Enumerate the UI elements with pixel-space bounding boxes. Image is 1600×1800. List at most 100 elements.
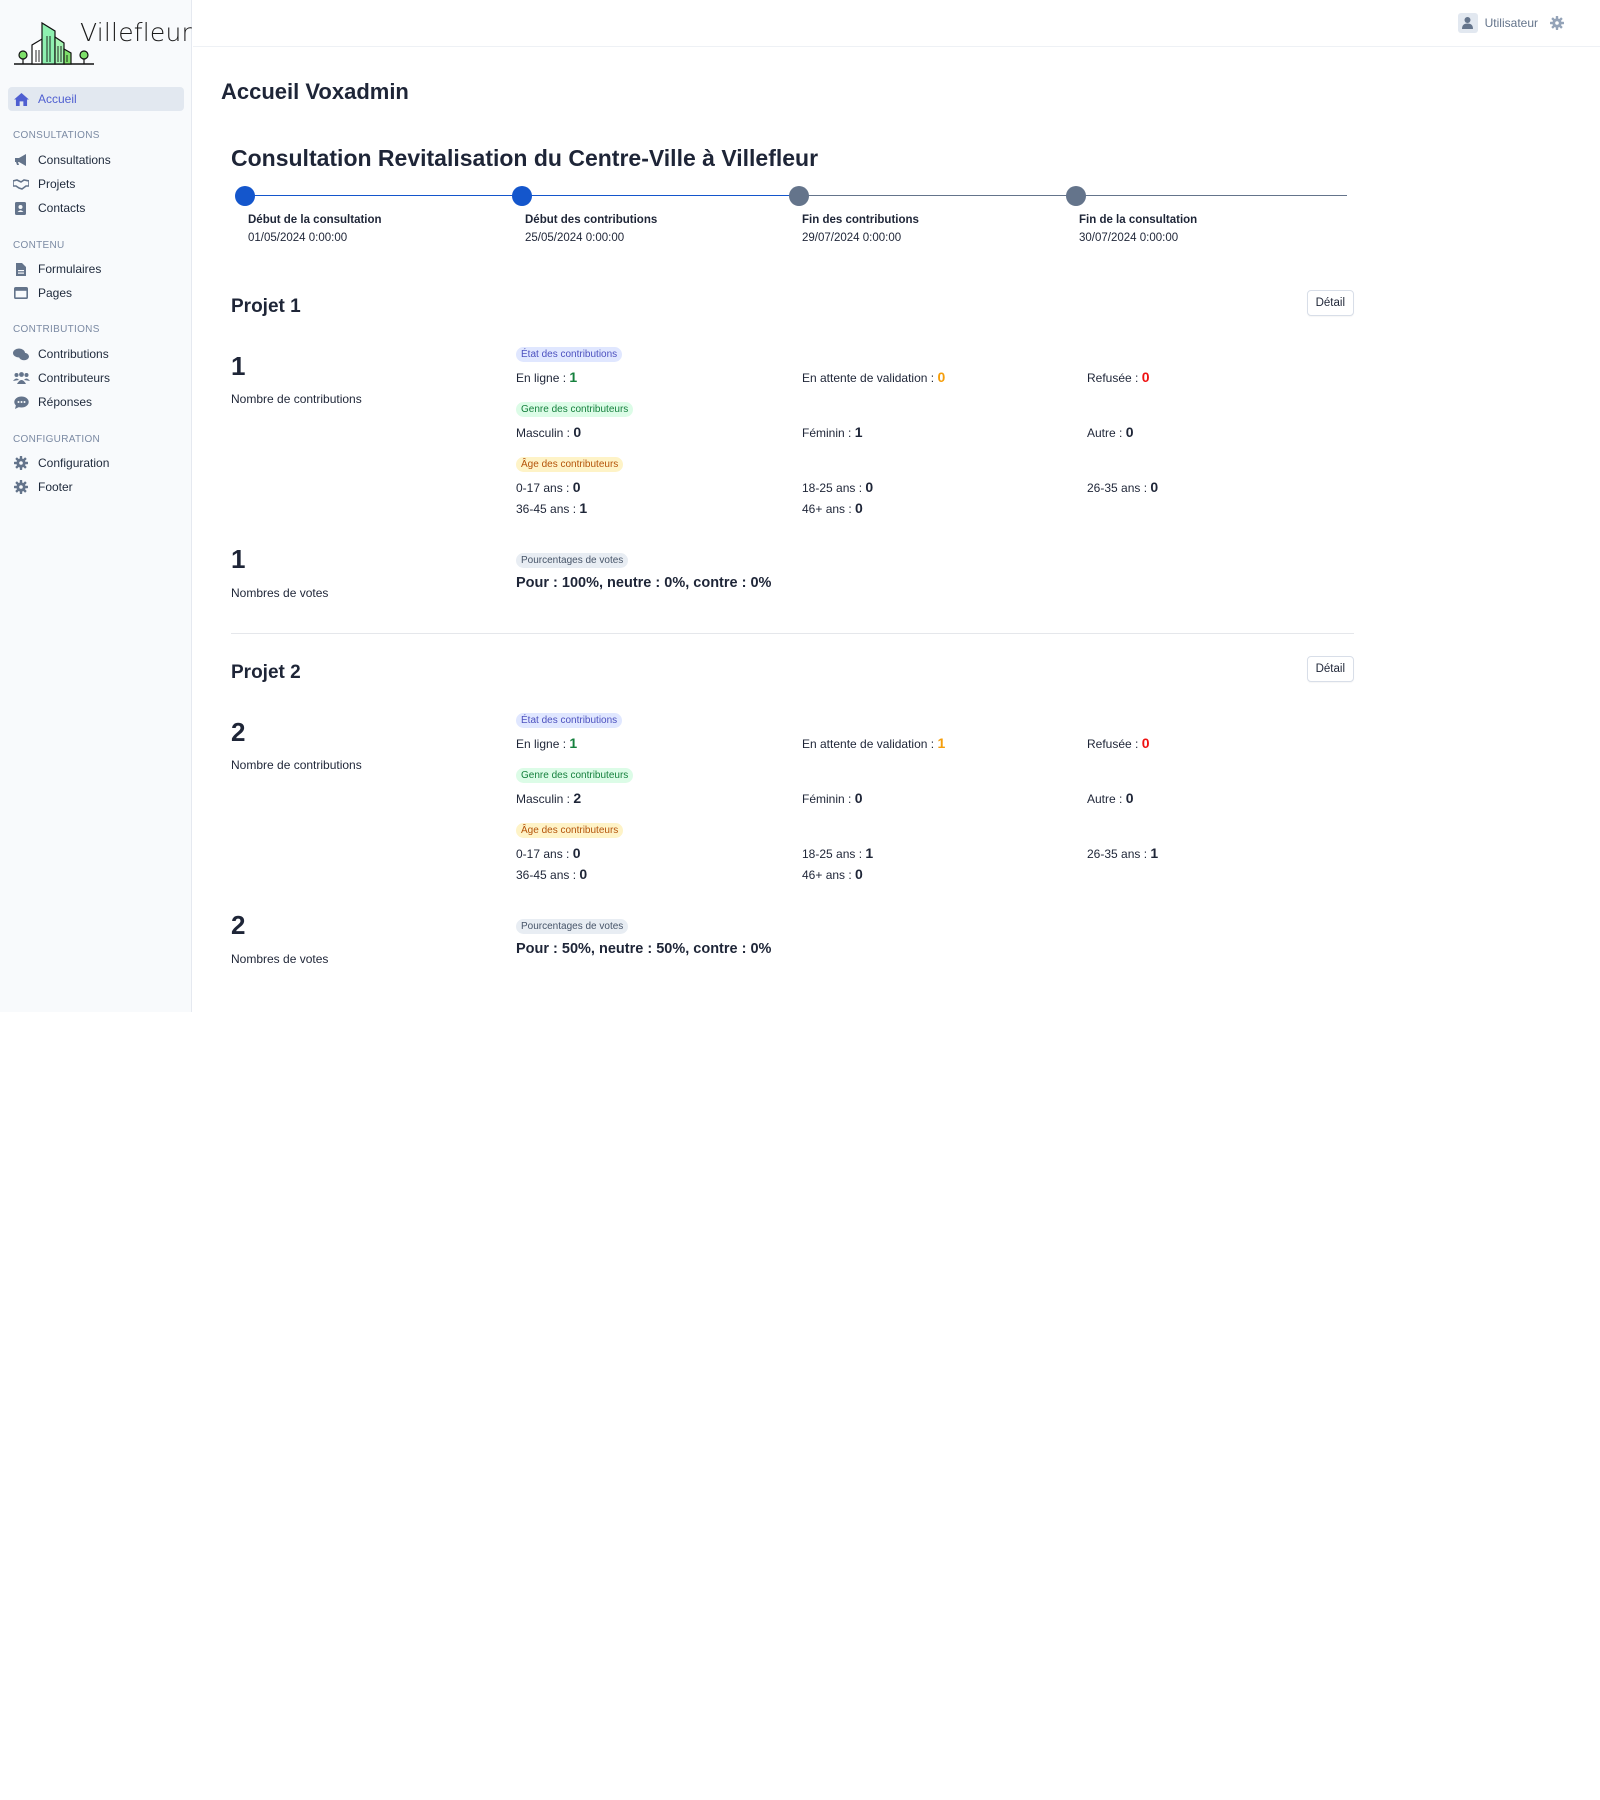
megaphone-icon [8, 154, 34, 166]
stat-value: 0 [1150, 479, 1159, 495]
sidebar-item-accueil[interactable]: Accueil [8, 87, 184, 111]
sidebar-item-label: Configuration [38, 456, 110, 470]
sidebar-item-label: Footer [38, 480, 73, 494]
stat-online: En ligne : 1 [516, 369, 578, 385]
sidebar-section-contributions: Contributions [13, 324, 100, 335]
timeline-step-date: 29/07/2024 0:00:00 [802, 232, 902, 244]
sidebar-item-contributeurs[interactable]: Contributeurs [8, 367, 184, 389]
timeline-step-dot [1066, 186, 1086, 206]
gear-icon [8, 480, 34, 494]
stat-age-18-25: 18-25 ans : 1 [802, 845, 874, 861]
stat-age-0-17: 0-17 ans : 0 [516, 479, 581, 495]
votes-badge: Pourcentages de votes [516, 553, 629, 568]
sidebar-item-projets[interactable]: Projets [8, 173, 184, 195]
sidebar-item-configuration[interactable]: Configuration [8, 452, 184, 474]
votes-count-label: Nombres de votes [231, 952, 329, 966]
stat-age-18-25: 18-25 ans : 0 [802, 479, 874, 495]
timeline-step-label: Début de la consultation [248, 214, 382, 226]
votes-badge: Pourcentages de votes [516, 919, 629, 934]
stat-female: Féminin : 0 [802, 790, 863, 806]
project-divider [231, 633, 1354, 634]
stat-pending: En attente de validation : 0 [802, 369, 946, 385]
user-name: Utilisateur [1484, 16, 1538, 30]
file-icon [8, 262, 34, 276]
timeline-segment-1 [245, 195, 522, 196]
sidebar-item-label: Contributeurs [38, 371, 111, 385]
timeline-step-date: 30/07/2024 0:00:00 [1079, 232, 1179, 244]
stat-value: 0 [937, 369, 946, 385]
stat-age-36-45: 36-45 ans : 1 [516, 500, 588, 516]
state-badge: État des contributions [516, 347, 623, 362]
stat-value: 0 [572, 479, 581, 495]
timeline-step-label: Fin des contributions [802, 214, 919, 226]
sidebar-item-label: Contributions [38, 347, 109, 361]
sidebar-item-label: Formulaires [38, 262, 102, 276]
stat-female: Féminin : 1 [802, 424, 863, 440]
users-icon [8, 372, 34, 384]
stat-value: 1 [865, 845, 874, 861]
user-menu[interactable]: Utilisateur [1457, 13, 1564, 33]
stat-value: 0 [1125, 424, 1134, 440]
contributions-count: 1 [231, 351, 246, 381]
gender-badge: Genre des contributeurs [516, 768, 634, 783]
detail-button[interactable]: Détail [1306, 656, 1354, 682]
sidebar-section-consultations: Consultations [13, 130, 100, 141]
brand-name: Villefleur [80, 18, 193, 47]
sidebar-item-label: Contacts [38, 201, 86, 215]
sidebar-item-label: Réponses [38, 395, 93, 409]
window-icon [8, 287, 34, 299]
sidebar-item-consultations[interactable]: Consultations [8, 149, 184, 171]
contributions-count: 2 [231, 717, 246, 747]
contributions-count-label: Nombre de contributions [231, 758, 362, 772]
brand-logo[interactable]: Villefleur [12, 12, 192, 66]
votes-count: 2 [231, 910, 246, 940]
stat-online: En ligne : 1 [516, 735, 578, 751]
settings-gear-icon[interactable] [1550, 16, 1564, 30]
stat-male: Masculin : 2 [516, 790, 582, 806]
stat-age-26-35: 26-35 ans : 0 [1087, 479, 1159, 495]
age-badge: Âge des contributeurs [516, 823, 624, 838]
stat-value: 0 [865, 479, 874, 495]
timeline-step-dot [235, 186, 255, 206]
stat-refused: Refusée : 0 [1087, 369, 1150, 385]
stat-value: 0 [855, 500, 863, 516]
detail-button[interactable]: Détail [1306, 290, 1354, 316]
stat-value: 0 [1141, 735, 1150, 751]
timeline-segment-2 [522, 195, 799, 196]
sidebar-item-reponses[interactable]: Réponses [8, 391, 184, 413]
sidebar-item-contacts[interactable]: Contacts [8, 197, 184, 219]
stat-value: 1 [854, 424, 863, 440]
timeline-step-label: Fin de la consultation [1079, 214, 1198, 226]
sidebar-item-footer[interactable]: Footer [8, 476, 184, 498]
user-avatar-icon [1457, 13, 1478, 33]
stat-age-46: 46+ ans : 0 [802, 866, 863, 882]
stat-value: 2 [573, 790, 582, 806]
stat-age-36-45: 36-45 ans : 0 [516, 866, 588, 882]
stat-value: 0 [579, 866, 588, 882]
gender-badge: Genre des contributeurs [516, 402, 634, 417]
stat-value: 1 [937, 735, 946, 751]
votes-count-label: Nombres de votes [231, 586, 329, 600]
sidebar-item-label: Consultations [38, 153, 111, 167]
comment-dots-icon [8, 396, 34, 409]
stat-age-46: 46+ ans : 0 [802, 500, 863, 516]
contributions-count-label: Nombre de contributions [231, 392, 362, 406]
stat-value: 0 [854, 790, 863, 806]
stat-value: 1 [569, 735, 578, 751]
gear-icon [8, 456, 34, 470]
timeline-segment-4 [1076, 195, 1347, 196]
stat-value: 1 [569, 369, 578, 385]
sidebar-item-contributions[interactable]: Contributions [8, 343, 184, 365]
sidebar-item-formulaires[interactable]: Formulaires [8, 258, 184, 280]
project-title: Projet 2 [231, 662, 301, 683]
home-icon [8, 92, 34, 106]
state-badge: État des contributions [516, 713, 623, 728]
age-badge: Âge des contributeurs [516, 457, 624, 472]
sidebar-item-label: Accueil [38, 92, 77, 106]
stat-other: Autre : 0 [1087, 424, 1134, 440]
sidebar-item-pages[interactable]: Pages [8, 282, 184, 304]
stat-value: 0 [1141, 369, 1150, 385]
stat-value: 0 [573, 424, 582, 440]
stat-age-26-35: 26-35 ans : 1 [1087, 845, 1159, 861]
sidebar-section-contenu: Contenu [13, 240, 65, 251]
